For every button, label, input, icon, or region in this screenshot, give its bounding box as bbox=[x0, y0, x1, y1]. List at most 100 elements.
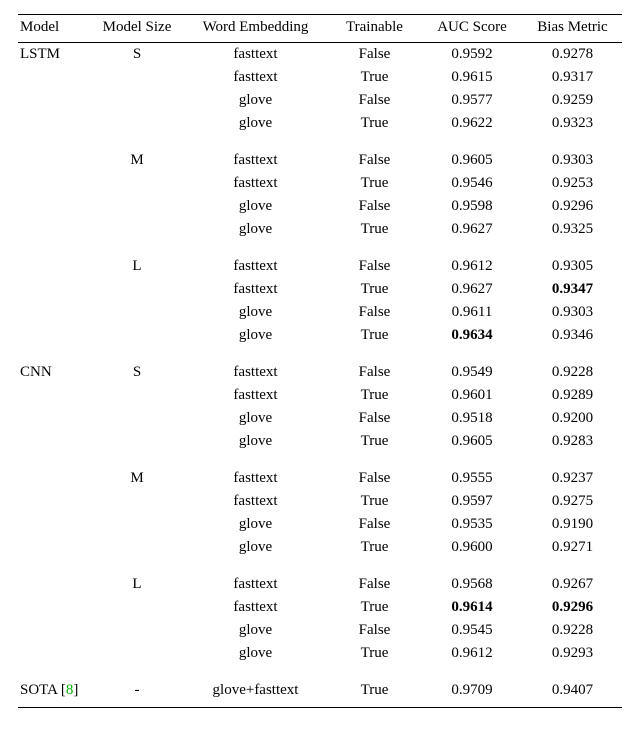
table-row: gloveTrue0.96000.9271 bbox=[18, 536, 622, 559]
cell-size: L bbox=[91, 255, 183, 278]
cell-model bbox=[18, 490, 91, 513]
table-row: gloveFalse0.95180.9200 bbox=[18, 407, 622, 430]
cell-trainable: True bbox=[328, 679, 421, 708]
citation-link[interactable]: 8 bbox=[66, 682, 74, 698]
cell-embedding: glove bbox=[183, 407, 328, 430]
cell-trainable: False bbox=[328, 407, 421, 430]
spacer-cell bbox=[18, 241, 622, 255]
cell-auc: 0.9627 bbox=[421, 278, 523, 301]
cell-embedding: glove bbox=[183, 513, 328, 536]
cell-bias: 0.9283 bbox=[523, 430, 622, 453]
table-row: fasttextTrue0.96140.9296 bbox=[18, 596, 622, 619]
spacer-row bbox=[18, 241, 622, 255]
cell-size: M bbox=[91, 149, 183, 172]
cell-trainable: True bbox=[328, 596, 421, 619]
spacer-row bbox=[18, 135, 622, 149]
cell-embedding: fasttext bbox=[183, 384, 328, 407]
table-row: LfasttextFalse0.95680.9267 bbox=[18, 573, 622, 596]
cell-auc: 0.9597 bbox=[421, 490, 523, 513]
cell-auc: 0.9612 bbox=[421, 255, 523, 278]
cell-model bbox=[18, 384, 91, 407]
cell-embedding: fasttext bbox=[183, 596, 328, 619]
cell-bias: 0.9407 bbox=[523, 679, 622, 708]
cell-bias: 0.9228 bbox=[523, 619, 622, 642]
cell-embedding: fasttext bbox=[183, 172, 328, 195]
cell-bias: 0.9293 bbox=[523, 642, 622, 665]
cell-model: SOTA [8] bbox=[18, 679, 91, 708]
cell-trainable: True bbox=[328, 278, 421, 301]
cell-trainable: True bbox=[328, 172, 421, 195]
cell-size bbox=[91, 112, 183, 135]
cell-trainable: False bbox=[328, 43, 421, 67]
cell-model bbox=[18, 536, 91, 559]
table-row: gloveTrue0.96340.9346 bbox=[18, 324, 622, 347]
cell-auc: 0.9545 bbox=[421, 619, 523, 642]
cell-embedding: glove bbox=[183, 195, 328, 218]
cell-bias: 0.9317 bbox=[523, 66, 622, 89]
cell-size: - bbox=[91, 679, 183, 708]
table-row: fasttextTrue0.96270.9347 bbox=[18, 278, 622, 301]
cell-size bbox=[91, 384, 183, 407]
table-body: LSTMSfasttextFalse0.95920.9278fasttextTr… bbox=[18, 43, 622, 708]
cell-auc: 0.9600 bbox=[421, 536, 523, 559]
cell-embedding: fasttext bbox=[183, 490, 328, 513]
cell-embedding: glove bbox=[183, 112, 328, 135]
cell-bias: 0.9323 bbox=[523, 112, 622, 135]
cell-model bbox=[18, 278, 91, 301]
spacer-row bbox=[18, 453, 622, 467]
cell-model bbox=[18, 301, 91, 324]
spacer-cell bbox=[18, 453, 622, 467]
cell-embedding: glove bbox=[183, 430, 328, 453]
cell-model bbox=[18, 255, 91, 278]
cell-size bbox=[91, 619, 183, 642]
cell-size: S bbox=[91, 43, 183, 67]
cell-embedding: fasttext bbox=[183, 573, 328, 596]
cell-bias: 0.9253 bbox=[523, 172, 622, 195]
cell-model bbox=[18, 89, 91, 112]
cell-auc: 0.9577 bbox=[421, 89, 523, 112]
cell-auc: 0.9605 bbox=[421, 149, 523, 172]
cell-embedding: glove bbox=[183, 619, 328, 642]
table-row: gloveTrue0.96050.9283 bbox=[18, 430, 622, 453]
cell-embedding: glove bbox=[183, 324, 328, 347]
cell-auc: 0.9598 bbox=[421, 195, 523, 218]
table-row-sota: SOTA [8]-glove+fasttextTrue0.97090.9407 bbox=[18, 679, 622, 708]
cell-embedding: glove bbox=[183, 642, 328, 665]
cell-bias: 0.9237 bbox=[523, 467, 622, 490]
cell-size bbox=[91, 513, 183, 536]
sota-label: SOTA bbox=[20, 682, 57, 698]
cell-size: S bbox=[91, 361, 183, 384]
cell-size: L bbox=[91, 573, 183, 596]
table-row: fasttextTrue0.96010.9289 bbox=[18, 384, 622, 407]
cell-embedding: fasttext bbox=[183, 66, 328, 89]
cell-trainable: False bbox=[328, 89, 421, 112]
col-auc: AUC Score bbox=[421, 15, 523, 43]
cell-trainable: True bbox=[328, 384, 421, 407]
cell-model bbox=[18, 467, 91, 490]
spacer-cell bbox=[18, 665, 622, 679]
cell-bias: 0.9303 bbox=[523, 301, 622, 324]
cell-trainable: False bbox=[328, 361, 421, 384]
cell-embedding: glove bbox=[183, 536, 328, 559]
cell-trainable: False bbox=[328, 467, 421, 490]
spacer-row bbox=[18, 347, 622, 361]
spacer-row bbox=[18, 665, 622, 679]
cell-trainable: False bbox=[328, 513, 421, 536]
cell-bias: 0.9303 bbox=[523, 149, 622, 172]
table-page: Model Model Size Word Embedding Trainabl… bbox=[0, 0, 640, 708]
cell-bias: 0.9296 bbox=[523, 195, 622, 218]
spacer-cell bbox=[18, 347, 622, 361]
cell-bias: 0.9289 bbox=[523, 384, 622, 407]
cell-bias: 0.9325 bbox=[523, 218, 622, 241]
cell-auc: 0.9622 bbox=[421, 112, 523, 135]
cell-auc: 0.9634 bbox=[421, 324, 523, 347]
col-trainable: Trainable bbox=[328, 15, 421, 43]
col-embedding: Word Embedding bbox=[183, 15, 328, 43]
table-row: fasttextTrue0.96150.9317 bbox=[18, 66, 622, 89]
table-row: LfasttextFalse0.96120.9305 bbox=[18, 255, 622, 278]
table-row: fasttextTrue0.95460.9253 bbox=[18, 172, 622, 195]
cell-size bbox=[91, 301, 183, 324]
cell-trainable: True bbox=[328, 112, 421, 135]
cell-model bbox=[18, 66, 91, 89]
cell-size: M bbox=[91, 467, 183, 490]
